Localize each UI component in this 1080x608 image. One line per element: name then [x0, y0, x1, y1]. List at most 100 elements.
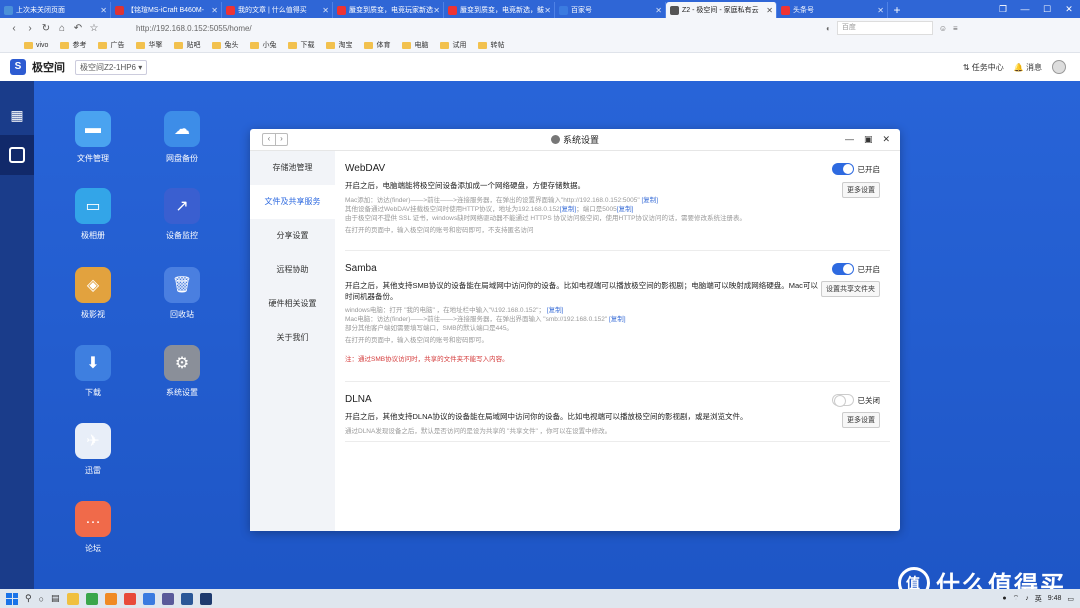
- webdav-more-button[interactable]: 更多设置: [842, 182, 880, 198]
- browser-tab[interactable]: 百家号 ✕: [555, 2, 666, 18]
- copy-link[interactable]: [复制]: [641, 197, 658, 204]
- tray-icon[interactable]: ●: [1002, 595, 1006, 602]
- desktop-app[interactable]: ↗ 设备监控: [152, 188, 212, 241]
- dlna-toggle[interactable]: [832, 394, 854, 407]
- desktop-app[interactable]: ⚙ 系统设置: [152, 345, 212, 398]
- webdav-toggle[interactable]: [832, 163, 854, 175]
- minimize-icon[interactable]: —: [1014, 0, 1036, 18]
- extension-icon[interactable]: ◐: [826, 24, 831, 33]
- tab-close-icon[interactable]: ✕: [211, 6, 218, 15]
- app-icon-dark[interactable]: [199, 592, 212, 605]
- device-select[interactable]: 极空间Z2-1HP6 ▾: [75, 59, 148, 75]
- samba-shared-folder-button[interactable]: 设置共享文件夹: [821, 281, 880, 297]
- search-input[interactable]: 百度: [836, 21, 933, 35]
- window-close-icon[interactable]: ✕: [882, 134, 890, 145]
- messages-button[interactable]: 🔔 消息: [1014, 62, 1042, 73]
- copy-link[interactable]: [复制]: [547, 307, 564, 314]
- bookmark-folder[interactable]: 兔头: [212, 40, 238, 50]
- browser-tab[interactable]: 头条号 ✕: [777, 2, 888, 18]
- sidebar-item[interactable]: 文件及共享服务: [250, 185, 335, 219]
- copy-link[interactable]: [复制]: [617, 206, 634, 213]
- undo-icon[interactable]: ↶: [70, 23, 86, 34]
- copy-link[interactable]: [复制]: [609, 316, 626, 323]
- forward-icon[interactable]: ›: [22, 23, 38, 34]
- sidebar-item[interactable]: 分享设置: [250, 219, 335, 253]
- app-icon-orange[interactable]: [104, 592, 117, 605]
- browser-tab[interactable]: Z2 - 极空间 - 家庭私有云 ✕: [666, 2, 777, 18]
- desktop-app[interactable]: ▭ 极相册: [63, 188, 123, 241]
- tab-close-icon[interactable]: ✕: [877, 6, 884, 15]
- sidebar-item[interactable]: 关于我们: [250, 321, 335, 355]
- desktop-app[interactable]: ☁ 网盘备份: [152, 111, 212, 164]
- maximize-icon[interactable]: ☐: [1036, 0, 1058, 18]
- volume-icon[interactable]: ♪: [1025, 595, 1029, 602]
- cortana-icon[interactable]: ○: [39, 594, 44, 604]
- home-icon[interactable]: ⌂: [54, 23, 70, 34]
- browser-tab[interactable]: 上次未关闭页面 ✕: [0, 2, 111, 18]
- tab-close-icon[interactable]: ✕: [766, 6, 773, 15]
- bookmark-folder[interactable]: 试用: [440, 40, 466, 50]
- star-icon[interactable]: ☆: [86, 23, 102, 34]
- forward-arrow-icon[interactable]: ›: [275, 134, 287, 145]
- desktop-app[interactable]: ✈ 迅雷: [63, 423, 123, 476]
- window-maximize-icon[interactable]: ▣: [864, 134, 873, 145]
- back-arrow-icon[interactable]: ‹: [263, 134, 275, 145]
- word-icon[interactable]: [180, 592, 193, 605]
- language-indicator[interactable]: 英: [1035, 594, 1042, 604]
- bookmark-folder[interactable]: 下载: [288, 40, 314, 50]
- tab-close-icon[interactable]: ✕: [100, 6, 107, 15]
- bookmark-folder[interactable]: 华擎: [136, 40, 162, 50]
- bookmark-folder[interactable]: 体育: [364, 40, 390, 50]
- bookmark-folder[interactable]: 电脑: [402, 40, 428, 50]
- bookmark-folder[interactable]: 小兔: [250, 40, 276, 50]
- apps-grid-icon[interactable]: ▦: [0, 95, 34, 135]
- window-minimize-icon[interactable]: —: [845, 134, 854, 145]
- menu-icon[interactable]: ≡: [953, 24, 958, 33]
- tab-close-icon[interactable]: ✕: [655, 6, 662, 15]
- explorer-icon[interactable]: [66, 592, 79, 605]
- app-icon-purple[interactable]: [161, 592, 174, 605]
- browser-tab[interactable]: 蜃变到质变，电竞新选，鲅 ✕: [444, 2, 555, 18]
- desktop-app[interactable]: ◈ 极影视: [63, 267, 123, 320]
- bookmark-folder[interactable]: 参考: [60, 40, 86, 50]
- app-icon-green[interactable]: [85, 592, 98, 605]
- account-icon[interactable]: ☺: [939, 24, 947, 33]
- bookmark-folder[interactable]: 转帖: [478, 40, 504, 50]
- notification-icon[interactable]: ▭: [1067, 595, 1074, 603]
- back-icon[interactable]: ‹: [6, 23, 22, 34]
- browser-tab[interactable]: 我的文章 | 什么值得买 ✕: [222, 2, 333, 18]
- desktop-app[interactable]: … 论坛: [63, 501, 123, 554]
- app-icon-blue[interactable]: [142, 592, 155, 605]
- url-input[interactable]: http://192.168.0.152:5055/home/: [136, 24, 826, 33]
- bookmark-folder[interactable]: 广告: [98, 40, 124, 50]
- bookmark-folder[interactable]: vivo: [24, 41, 48, 49]
- new-tab-button[interactable]: +: [888, 2, 906, 18]
- restore-icon[interactable]: ❐: [992, 0, 1014, 18]
- browser-tab[interactable]: 【铭瑄MS-iCraft B460M- ✕: [111, 2, 222, 18]
- refresh-icon[interactable]: ↻: [38, 23, 54, 34]
- sidebar-item[interactable]: 存储池管理: [250, 151, 335, 185]
- desktop-app[interactable]: ⬇ 下载: [63, 345, 123, 398]
- tab-close-icon[interactable]: ✕: [433, 6, 440, 15]
- bookmark-folder[interactable]: 淘宝: [326, 40, 352, 50]
- task-center-button[interactable]: ⇅ 任务中心: [963, 62, 1004, 73]
- tab-close-icon[interactable]: ✕: [544, 6, 551, 15]
- browser-tab[interactable]: 蜃变到质变，电竞玩家新选 ✕: [333, 2, 444, 18]
- browser-icon[interactable]: [123, 592, 136, 605]
- dlna-more-button[interactable]: 更多设置: [842, 412, 880, 428]
- tab-close-icon[interactable]: ✕: [322, 6, 329, 15]
- samba-toggle[interactable]: [832, 263, 854, 275]
- search-icon[interactable]: ⚲: [25, 593, 32, 604]
- desktop-app[interactable]: 🗑 回收站: [152, 267, 212, 320]
- windows-start-icon[interactable]: [6, 592, 18, 605]
- sidebar-item[interactable]: 远程协助: [250, 253, 335, 287]
- rail-active-app[interactable]: [0, 135, 34, 175]
- task-view-icon[interactable]: ▤: [51, 593, 60, 604]
- sidebar-item[interactable]: 硬件相关设置: [250, 287, 335, 321]
- avatar[interactable]: [1052, 60, 1066, 74]
- close-icon[interactable]: ✕: [1058, 0, 1080, 18]
- copy-link[interactable]: [复制]: [560, 206, 577, 213]
- bookmark-folder[interactable]: 贴吧: [174, 40, 200, 50]
- desktop-app[interactable]: ▬ 文件管理: [63, 111, 123, 164]
- wifi-icon[interactable]: ⌔: [1013, 594, 1020, 603]
